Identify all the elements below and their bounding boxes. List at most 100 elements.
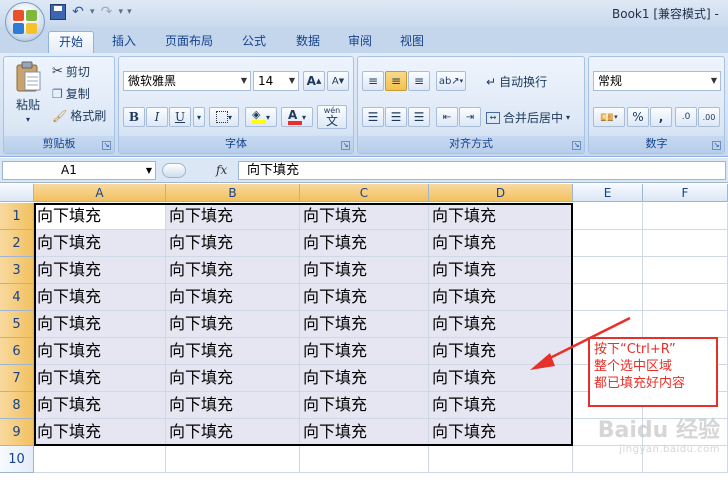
- cell-f3[interactable]: [643, 257, 728, 284]
- office-button[interactable]: [5, 2, 45, 42]
- copy-button[interactable]: ❐ 复制: [52, 85, 90, 102]
- cell-e3[interactable]: [573, 257, 643, 284]
- currency-button[interactable]: 💴 ▾: [593, 107, 625, 127]
- row-header-4[interactable]: 4: [0, 284, 34, 311]
- fill-color-button[interactable]: ◈ ▾: [245, 107, 277, 127]
- cell-c5[interactable]: 向下填充: [300, 311, 429, 338]
- row-header-8[interactable]: 8: [0, 392, 34, 419]
- cell-d10[interactable]: [429, 446, 573, 473]
- align-bottom-button[interactable]: ≡: [408, 71, 430, 91]
- customize-qat-icon[interactable]: ▾: [127, 7, 132, 17]
- formula-input[interactable]: 向下填充: [238, 161, 726, 180]
- align-middle-button[interactable]: ≡: [385, 71, 407, 91]
- tab-data[interactable]: 数据: [286, 31, 330, 53]
- format-painter-button[interactable]: 🖌 格式刷: [52, 107, 106, 124]
- formula-bar-expand-handle[interactable]: [162, 163, 186, 178]
- cell-e2[interactable]: [573, 230, 643, 257]
- cell-c2[interactable]: 向下填充: [300, 230, 429, 257]
- row-header-10[interactable]: 10: [0, 446, 34, 473]
- align-left-button[interactable]: ☰: [362, 107, 384, 127]
- tab-view[interactable]: 视图: [390, 31, 434, 53]
- insert-function-icon[interactable]: fx: [216, 163, 227, 177]
- cell-d8[interactable]: 向下填充: [429, 392, 573, 419]
- row-header-7[interactable]: 7: [0, 365, 34, 392]
- tab-home[interactable]: 开始: [48, 31, 94, 53]
- cell-e4[interactable]: [573, 284, 643, 311]
- decrease-indent-button[interactable]: ⇤: [436, 107, 458, 127]
- paste-button[interactable]: 粘贴 ▾: [10, 61, 46, 124]
- row-header-3[interactable]: 3: [0, 257, 34, 284]
- tab-page-layout[interactable]: 页面布局: [156, 31, 222, 53]
- tab-review[interactable]: 审阅: [338, 31, 382, 53]
- undo-dropdown-icon[interactable]: ▾: [90, 7, 95, 17]
- row-header-6[interactable]: 6: [0, 338, 34, 365]
- number-launcher-icon[interactable]: ↘: [712, 141, 721, 150]
- column-header-c[interactable]: C: [300, 184, 429, 202]
- cell-b5[interactable]: 向下填充: [166, 311, 300, 338]
- column-header-e[interactable]: E: [573, 184, 643, 202]
- cell-a10[interactable]: [34, 446, 166, 473]
- redo-dropdown-icon[interactable]: ▾: [119, 7, 124, 17]
- alignment-launcher-icon[interactable]: ↘: [572, 141, 581, 150]
- cell-b10[interactable]: [166, 446, 300, 473]
- cell-a9[interactable]: 向下填充: [34, 419, 166, 446]
- cell-f4[interactable]: [643, 284, 728, 311]
- cell-b9[interactable]: 向下填充: [166, 419, 300, 446]
- cell-b7[interactable]: 向下填充: [166, 365, 300, 392]
- cell-d2[interactable]: 向下填充: [429, 230, 573, 257]
- cell-c6[interactable]: 向下填充: [300, 338, 429, 365]
- cell-a1[interactable]: 向下填充: [34, 203, 166, 230]
- comma-button[interactable]: ,: [650, 107, 672, 127]
- increase-decimal-button[interactable]: .0: [675, 107, 697, 127]
- cell-b6[interactable]: 向下填充: [166, 338, 300, 365]
- cell-d3[interactable]: 向下填充: [429, 257, 573, 284]
- cell-e1[interactable]: [573, 203, 643, 230]
- cell-c10[interactable]: [300, 446, 429, 473]
- merge-center-dropdown-icon[interactable]: ▾: [566, 113, 570, 122]
- align-center-button[interactable]: ☰: [385, 107, 407, 127]
- font-color-button[interactable]: A ▾: [281, 107, 313, 127]
- cell-c9[interactable]: 向下填充: [300, 419, 429, 446]
- underline-button[interactable]: U: [169, 107, 191, 127]
- font-size-dropdown-icon[interactable]: ▼: [289, 72, 295, 90]
- cell-b3[interactable]: 向下填充: [166, 257, 300, 284]
- select-all-button[interactable]: [0, 184, 34, 202]
- cell-a7[interactable]: 向下填充: [34, 365, 166, 392]
- align-right-button[interactable]: ☰: [408, 107, 430, 127]
- cell-c8[interactable]: 向下填充: [300, 392, 429, 419]
- decrease-decimal-button[interactable]: .00: [698, 107, 720, 127]
- cell-a6[interactable]: 向下填充: [34, 338, 166, 365]
- cell-a3[interactable]: 向下填充: [34, 257, 166, 284]
- cell-b4[interactable]: 向下填充: [166, 284, 300, 311]
- row-header-2[interactable]: 2: [0, 230, 34, 257]
- percent-button[interactable]: %: [627, 107, 649, 127]
- cell-f1[interactable]: [643, 203, 728, 230]
- clipboard-launcher-icon[interactable]: ↘: [102, 141, 111, 150]
- tab-insert[interactable]: 插入: [102, 31, 146, 53]
- wrap-text-button[interactable]: ↵ 自动换行: [486, 73, 547, 90]
- cut-button[interactable]: ✂ 剪切: [52, 63, 90, 80]
- borders-button[interactable]: ▾: [209, 107, 239, 127]
- cell-a5[interactable]: 向下填充: [34, 311, 166, 338]
- cell-b8[interactable]: 向下填充: [166, 392, 300, 419]
- column-header-d[interactable]: D: [429, 184, 573, 202]
- tab-formulas[interactable]: 公式: [232, 31, 276, 53]
- increase-indent-button[interactable]: ⇥: [459, 107, 481, 127]
- cell-b2[interactable]: 向下填充: [166, 230, 300, 257]
- shrink-font-button[interactable]: A ▼: [327, 71, 349, 91]
- font-size-combo[interactable]: 14 ▼: [253, 71, 299, 91]
- align-top-button[interactable]: ≡: [362, 71, 384, 91]
- cell-c4[interactable]: 向下填充: [300, 284, 429, 311]
- cell-d4[interactable]: 向下填充: [429, 284, 573, 311]
- number-format-combo[interactable]: 常规 ▼: [593, 71, 721, 91]
- font-name-combo[interactable]: 微软雅黑 ▼: [123, 71, 251, 91]
- font-name-dropdown-icon[interactable]: ▼: [241, 72, 247, 90]
- cell-a4[interactable]: 向下填充: [34, 284, 166, 311]
- row-header-1[interactable]: 1: [0, 203, 34, 230]
- cell-a8[interactable]: 向下填充: [34, 392, 166, 419]
- name-box[interactable]: A1 ▼: [2, 161, 156, 180]
- merge-center-button[interactable]: ↔ 合并后居中 ▾: [486, 109, 570, 126]
- cell-c1[interactable]: 向下填充: [300, 203, 429, 230]
- name-box-dropdown-icon[interactable]: ▼: [146, 162, 152, 179]
- column-header-b[interactable]: B: [166, 184, 300, 202]
